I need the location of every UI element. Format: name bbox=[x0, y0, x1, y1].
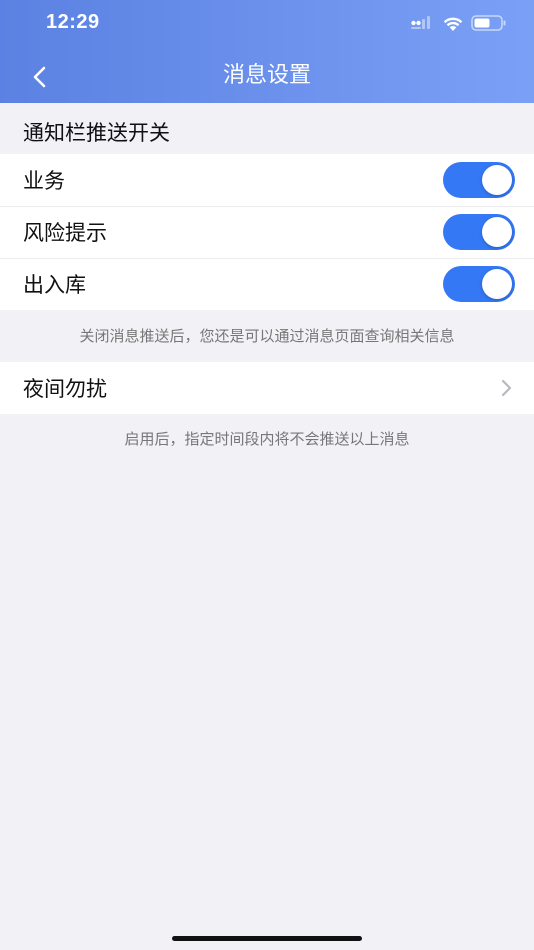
push-off-hint: 关闭消息推送后，您还是可以通过消息页面查询相关信息 bbox=[79, 327, 455, 345]
page-title: 消息设置 bbox=[222, 63, 311, 88]
toggle-row-inventory: 出入库 bbox=[0, 258, 534, 310]
notification-toggle-list: 业务 风险提示 出入库 bbox=[0, 154, 534, 310]
toggle-row-business: 业务 bbox=[0, 154, 534, 206]
inventory-toggle[interactable] bbox=[443, 266, 515, 302]
dnd-hint: 启用后，指定时间段内将不会推送以上消息 bbox=[124, 430, 410, 448]
dnd-row[interactable]: 夜间勿扰 bbox=[0, 362, 534, 414]
toggle-knob bbox=[482, 165, 512, 195]
status-time: 12:29 bbox=[46, 11, 100, 33]
battery-icon bbox=[471, 15, 506, 31]
dnd-label: 夜间勿扰 bbox=[23, 377, 107, 401]
toggle-knob bbox=[482, 217, 512, 247]
toggle-label-risk-alert: 风险提示 bbox=[23, 221, 107, 245]
wifi-icon bbox=[443, 17, 463, 31]
dnd-list: 夜间勿扰 bbox=[0, 362, 534, 414]
toggle-label-business: 业务 bbox=[23, 169, 65, 193]
notification-section-title: 通知栏推送开关 bbox=[23, 121, 170, 145]
toggle-label-inventory: 出入库 bbox=[23, 273, 86, 297]
chevron-right-icon bbox=[501, 379, 512, 397]
navigation-header: 12:29 消息设置 bbox=[0, 0, 534, 103]
home-indicator bbox=[172, 936, 362, 941]
business-toggle[interactable] bbox=[443, 162, 515, 198]
cellular-signal-icon bbox=[411, 16, 430, 29]
toggle-row-risk-alert: 风险提示 bbox=[0, 206, 534, 258]
risk-alert-toggle[interactable] bbox=[443, 214, 515, 250]
toggle-knob bbox=[482, 269, 512, 299]
